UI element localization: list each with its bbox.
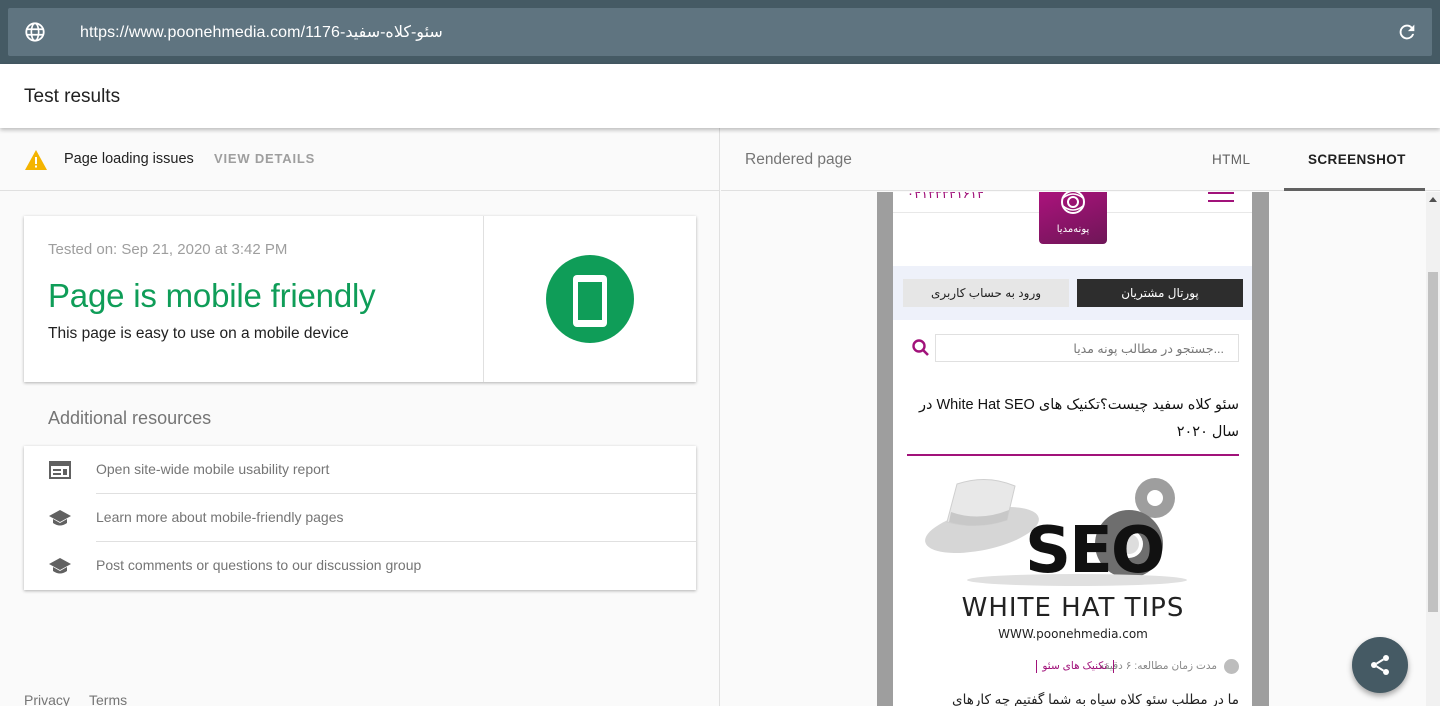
resource-label: Learn more about mobile-friendly pages	[96, 509, 344, 525]
hamburger-menu-icon	[1208, 192, 1234, 206]
mobile-screenshot: ۰۴۱۳۳۳۴۱۶۱۴ پونه‌مدیا پورتال مشتریان ورو…	[893, 192, 1252, 706]
page-title: Test results	[24, 86, 121, 107]
active-tab-indicator	[1284, 188, 1425, 191]
article-body: ما در مطلب سئو کلاه سیاه به شما گفتیم چه…	[952, 692, 1239, 706]
article-title: سئو کلاه سفید چیست؟تکنیک های White Hat S…	[919, 397, 1239, 440]
resource-learn-more[interactable]: Learn more about mobile-friendly pages	[24, 494, 696, 542]
image-tips-text: WHITE HAT TIPS	[962, 593, 1185, 623]
result-title: Page is mobile friendly	[48, 277, 376, 314]
web-report-icon	[49, 461, 71, 479]
meta-divider	[1036, 660, 1037, 673]
issues-label: Page loading issues	[64, 151, 194, 167]
mobile-phone-number: ۰۴۱۳۳۳۴۱۶۱۴	[907, 192, 984, 201]
view-details-button[interactable]: VIEW DETAILS	[214, 151, 315, 166]
graduation-cap-icon	[49, 510, 71, 526]
resources-card: Open site-wide mobile usability report L…	[24, 446, 696, 590]
site-logo: پونه‌مدیا	[1039, 192, 1107, 244]
smartphone-icon	[573, 275, 607, 327]
tab-html[interactable]: HTML	[1212, 152, 1250, 167]
additional-resources-heading: Additional resources	[48, 408, 212, 428]
globe-icon	[25, 22, 45, 42]
mobile-site-header: ۰۴۱۳۳۳۴۱۶۱۴ پونه‌مدیا	[893, 192, 1252, 266]
results-header: Test results	[0, 64, 1440, 128]
rendered-page-pane: Rendered page HTML SCREENSHOT ۰۴۱۳۳۳۴۱۶۱…	[721, 128, 1440, 706]
terms-link[interactable]: Terms	[89, 692, 127, 706]
warning-icon	[25, 150, 47, 170]
logo-knot-icon	[1061, 192, 1085, 214]
resource-usability-report[interactable]: Open site-wide mobile usability report	[24, 446, 696, 494]
tested-on-date: Tested on: Sep 21, 2020 at 3:42 PM	[48, 241, 288, 258]
rendered-page-label: Rendered page	[745, 151, 852, 168]
card-divider	[483, 216, 484, 382]
seo-white-hat-illustration: SEO WHITE HAT TIPS WWW.poonehmedia.com	[925, 478, 1187, 641]
mobile-auth-bar: پورتال مشتریان ورود به حساب کاربری	[893, 266, 1252, 320]
scroll-up-arrow[interactable]	[1429, 197, 1437, 202]
resource-label: Post comments or questions to our discus…	[96, 557, 422, 573]
author-avatar	[1224, 659, 1239, 674]
meta-divider	[1113, 660, 1114, 673]
share-button[interactable]	[1352, 637, 1408, 693]
search-placeholder: جستجو در مطالب پونه مدیا...	[1073, 342, 1224, 356]
scrollbar-thumb[interactable]	[1428, 272, 1438, 612]
address-bar: https://www.poonehmedia.com/1176-سئو-کلا…	[0, 0, 1440, 64]
reading-time: مدت زمان مطالعه: ۶ دقیقه	[1098, 660, 1217, 672]
issues-bar: Page loading issues VIEW DETAILS	[0, 128, 720, 191]
resource-label: Open site-wide mobile usability report	[96, 461, 330, 477]
url-text[interactable]: https://www.poonehmedia.com/1176-سئو-کلا…	[80, 22, 443, 42]
search-icon	[912, 339, 929, 356]
login-button: ورود به حساب کاربری	[903, 279, 1069, 307]
image-url-text: WWW.poonehmedia.com	[998, 627, 1148, 641]
customer-portal-button: پورتال مشتریان	[1077, 279, 1243, 307]
resource-discussion-group[interactable]: Post comments or questions to our discus…	[24, 542, 696, 590]
article-image: SEO WHITE HAT TIPS WWW.poonehmedia.com	[907, 472, 1239, 652]
url-box[interactable]: https://www.poonehmedia.com/1176-سئو-کلا…	[8, 8, 1432, 56]
refresh-icon[interactable]	[1396, 21, 1418, 43]
results-pane: Page loading issues VIEW DETAILS Tested …	[0, 128, 720, 706]
title-underline	[907, 454, 1239, 456]
logo-text: پونه‌مدیا	[1056, 224, 1090, 235]
screenshot-frame: ۰۴۱۳۳۳۴۱۶۱۴ پونه‌مدیا پورتال مشتریان ورو…	[877, 192, 1269, 706]
mobile-friendly-badge	[546, 255, 634, 343]
rendered-page-bar: Rendered page HTML SCREENSHOT	[721, 128, 1440, 191]
share-icon	[1371, 655, 1389, 675]
graduation-cap-icon	[49, 558, 71, 574]
privacy-link[interactable]: Privacy	[24, 692, 70, 706]
article-meta: مدت زمان مطالعه: ۶ دقیقه تکنیک های سئو	[907, 658, 1239, 678]
result-subtitle: This page is easy to use on a mobile dev…	[48, 325, 349, 342]
scrollbar[interactable]	[1426, 192, 1440, 706]
mobile-search-field: جستجو در مطالب پونه مدیا...	[935, 334, 1239, 362]
result-card: Tested on: Sep 21, 2020 at 3:42 PM Page …	[24, 216, 696, 382]
article-category: تکنیک های سئو	[1042, 660, 1107, 672]
tab-screenshot[interactable]: SCREENSHOT	[1308, 152, 1406, 167]
